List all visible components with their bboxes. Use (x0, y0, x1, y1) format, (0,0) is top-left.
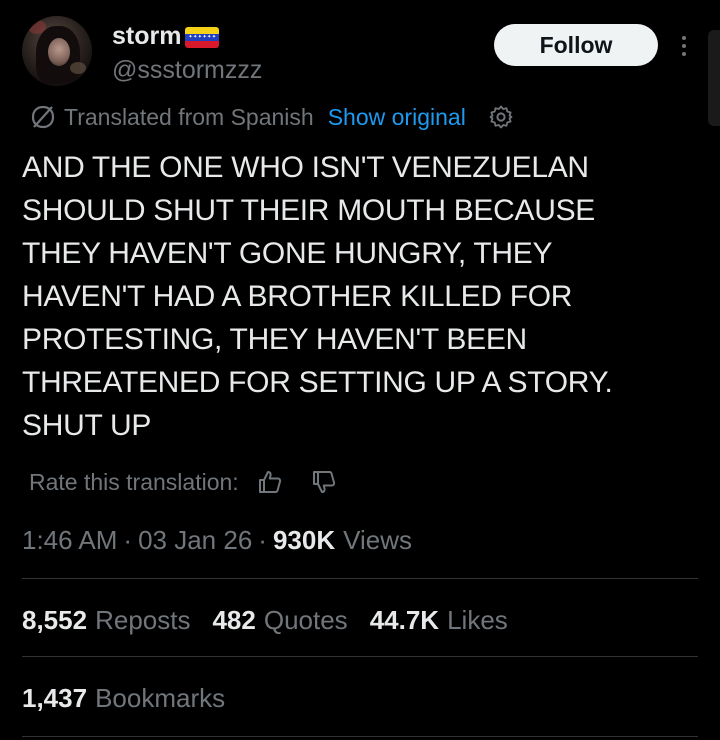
avatar-face (48, 38, 70, 66)
tweet-line: HAVEN'T HAD A BROTHER KILLED FOR (22, 280, 573, 313)
user-handle[interactable]: @ssstormzzz (112, 56, 262, 85)
meta-separator: · (258, 524, 267, 555)
likes-stat[interactable]: 44.7K Likes (370, 605, 508, 636)
gear-icon[interactable] (488, 104, 522, 130)
follow-button[interactable]: Follow (494, 24, 658, 66)
tweet-line: THREATENED FOR SETTING UP A STORY. (22, 366, 613, 399)
quotes-count: 482 (212, 604, 256, 635)
tweet-text: AND THE ONE WHO ISN'T VENEZUELAN SHOULD … (22, 146, 702, 447)
tweet-line: AND THE ONE WHO ISN'T VENEZUELAN (22, 151, 589, 184)
bookmarks-stat-inner: 1,437 Bookmarks (22, 683, 225, 714)
display-name[interactable]: storm ✦✦✦✦✦✦ (112, 22, 220, 51)
divider (22, 736, 698, 737)
tweet-line: SHOULD SHUT THEIR MOUTH BECAUSE (22, 194, 596, 227)
engagement-stats: 8,552 Reposts 482 Quotes 44.7K Likes (22, 602, 530, 638)
translate-slash-icon (31, 105, 55, 129)
more-options-icon[interactable] (672, 28, 696, 64)
tweet-time[interactable]: 1:46 AM (22, 525, 117, 556)
avatar-detail (70, 62, 86, 74)
views-count: 930K (272, 524, 336, 555)
tweet-line: PROTESTING, THEY HAVEN'T BEEN (22, 323, 527, 356)
display-name-text[interactable]: storm (112, 22, 181, 51)
divider (22, 578, 698, 579)
meta-separator: · (123, 524, 133, 555)
likes-label: Likes (447, 604, 508, 635)
thumbs-up-icon[interactable] (257, 469, 283, 495)
quotes-label: Quotes (263, 604, 348, 635)
tweet-line: THEY HAVEN'T GONE HUNGRY, THEY (22, 237, 553, 270)
reposts-label: Reposts (95, 604, 191, 635)
bookmarks-label: Bookmarks (95, 682, 226, 713)
likes-count: 44.7K (369, 604, 440, 635)
tweet-date[interactable]: 03 Jan 26 (138, 525, 252, 556)
thumbs-down-icon[interactable] (311, 469, 337, 495)
bookmarks-stat[interactable]: 1,437 Bookmarks (22, 680, 247, 716)
venezuela-flag-icon: ✦✦✦✦✦✦ (185, 26, 220, 49)
rate-translation: Rate this translation: (29, 466, 337, 498)
quotes-stat[interactable]: 482 Quotes (212, 605, 347, 636)
show-original-link[interactable]: Show original (328, 104, 466, 131)
reposts-stat[interactable]: 8,552 Reposts (22, 605, 190, 636)
translation-notice: Translated from Spanish (64, 103, 314, 130)
bookmarks-count: 1,437 (22, 682, 88, 713)
tweet-meta: 1:46 AM · 03 Jan 26 · 930K Views (22, 523, 412, 557)
rate-translation-label: Rate this translation: (29, 468, 239, 495)
views-label: Views (343, 524, 413, 555)
tweet-line: SHUT UP (22, 409, 152, 442)
translation-bar: Translated from Spanish Show original (30, 101, 522, 133)
divider (22, 656, 698, 657)
avatar[interactable] (22, 16, 92, 86)
reposts-count: 8,552 (22, 604, 88, 635)
scrollbar[interactable] (708, 30, 720, 126)
